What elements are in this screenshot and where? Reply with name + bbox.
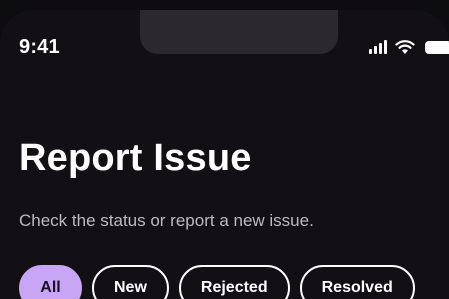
status-time: 9:41 [19,36,60,58]
filter-chip-resolved[interactable]: Resolved [299,265,415,299]
filter-chip-rejected[interactable]: Rejected [178,265,290,299]
filter-chip-all[interactable]: All [19,265,82,299]
page-title: Report Issue [19,137,252,179]
app-screen: 9:41 Report Issue Check the status or re… [0,10,449,299]
filter-chip-new[interactable]: New [92,265,169,299]
status-filter-tabs: All New Rejected Resolved [19,265,415,299]
page-subtitle: Check the status or report a new issue. [19,211,314,230]
signal-icon [369,40,387,54]
wifi-icon [395,40,415,54]
battery-icon [425,40,449,54]
phone-frame: 9:41 Report Issue Check the status or re… [0,0,449,299]
device-notch [140,10,338,54]
status-icons [369,39,449,55]
